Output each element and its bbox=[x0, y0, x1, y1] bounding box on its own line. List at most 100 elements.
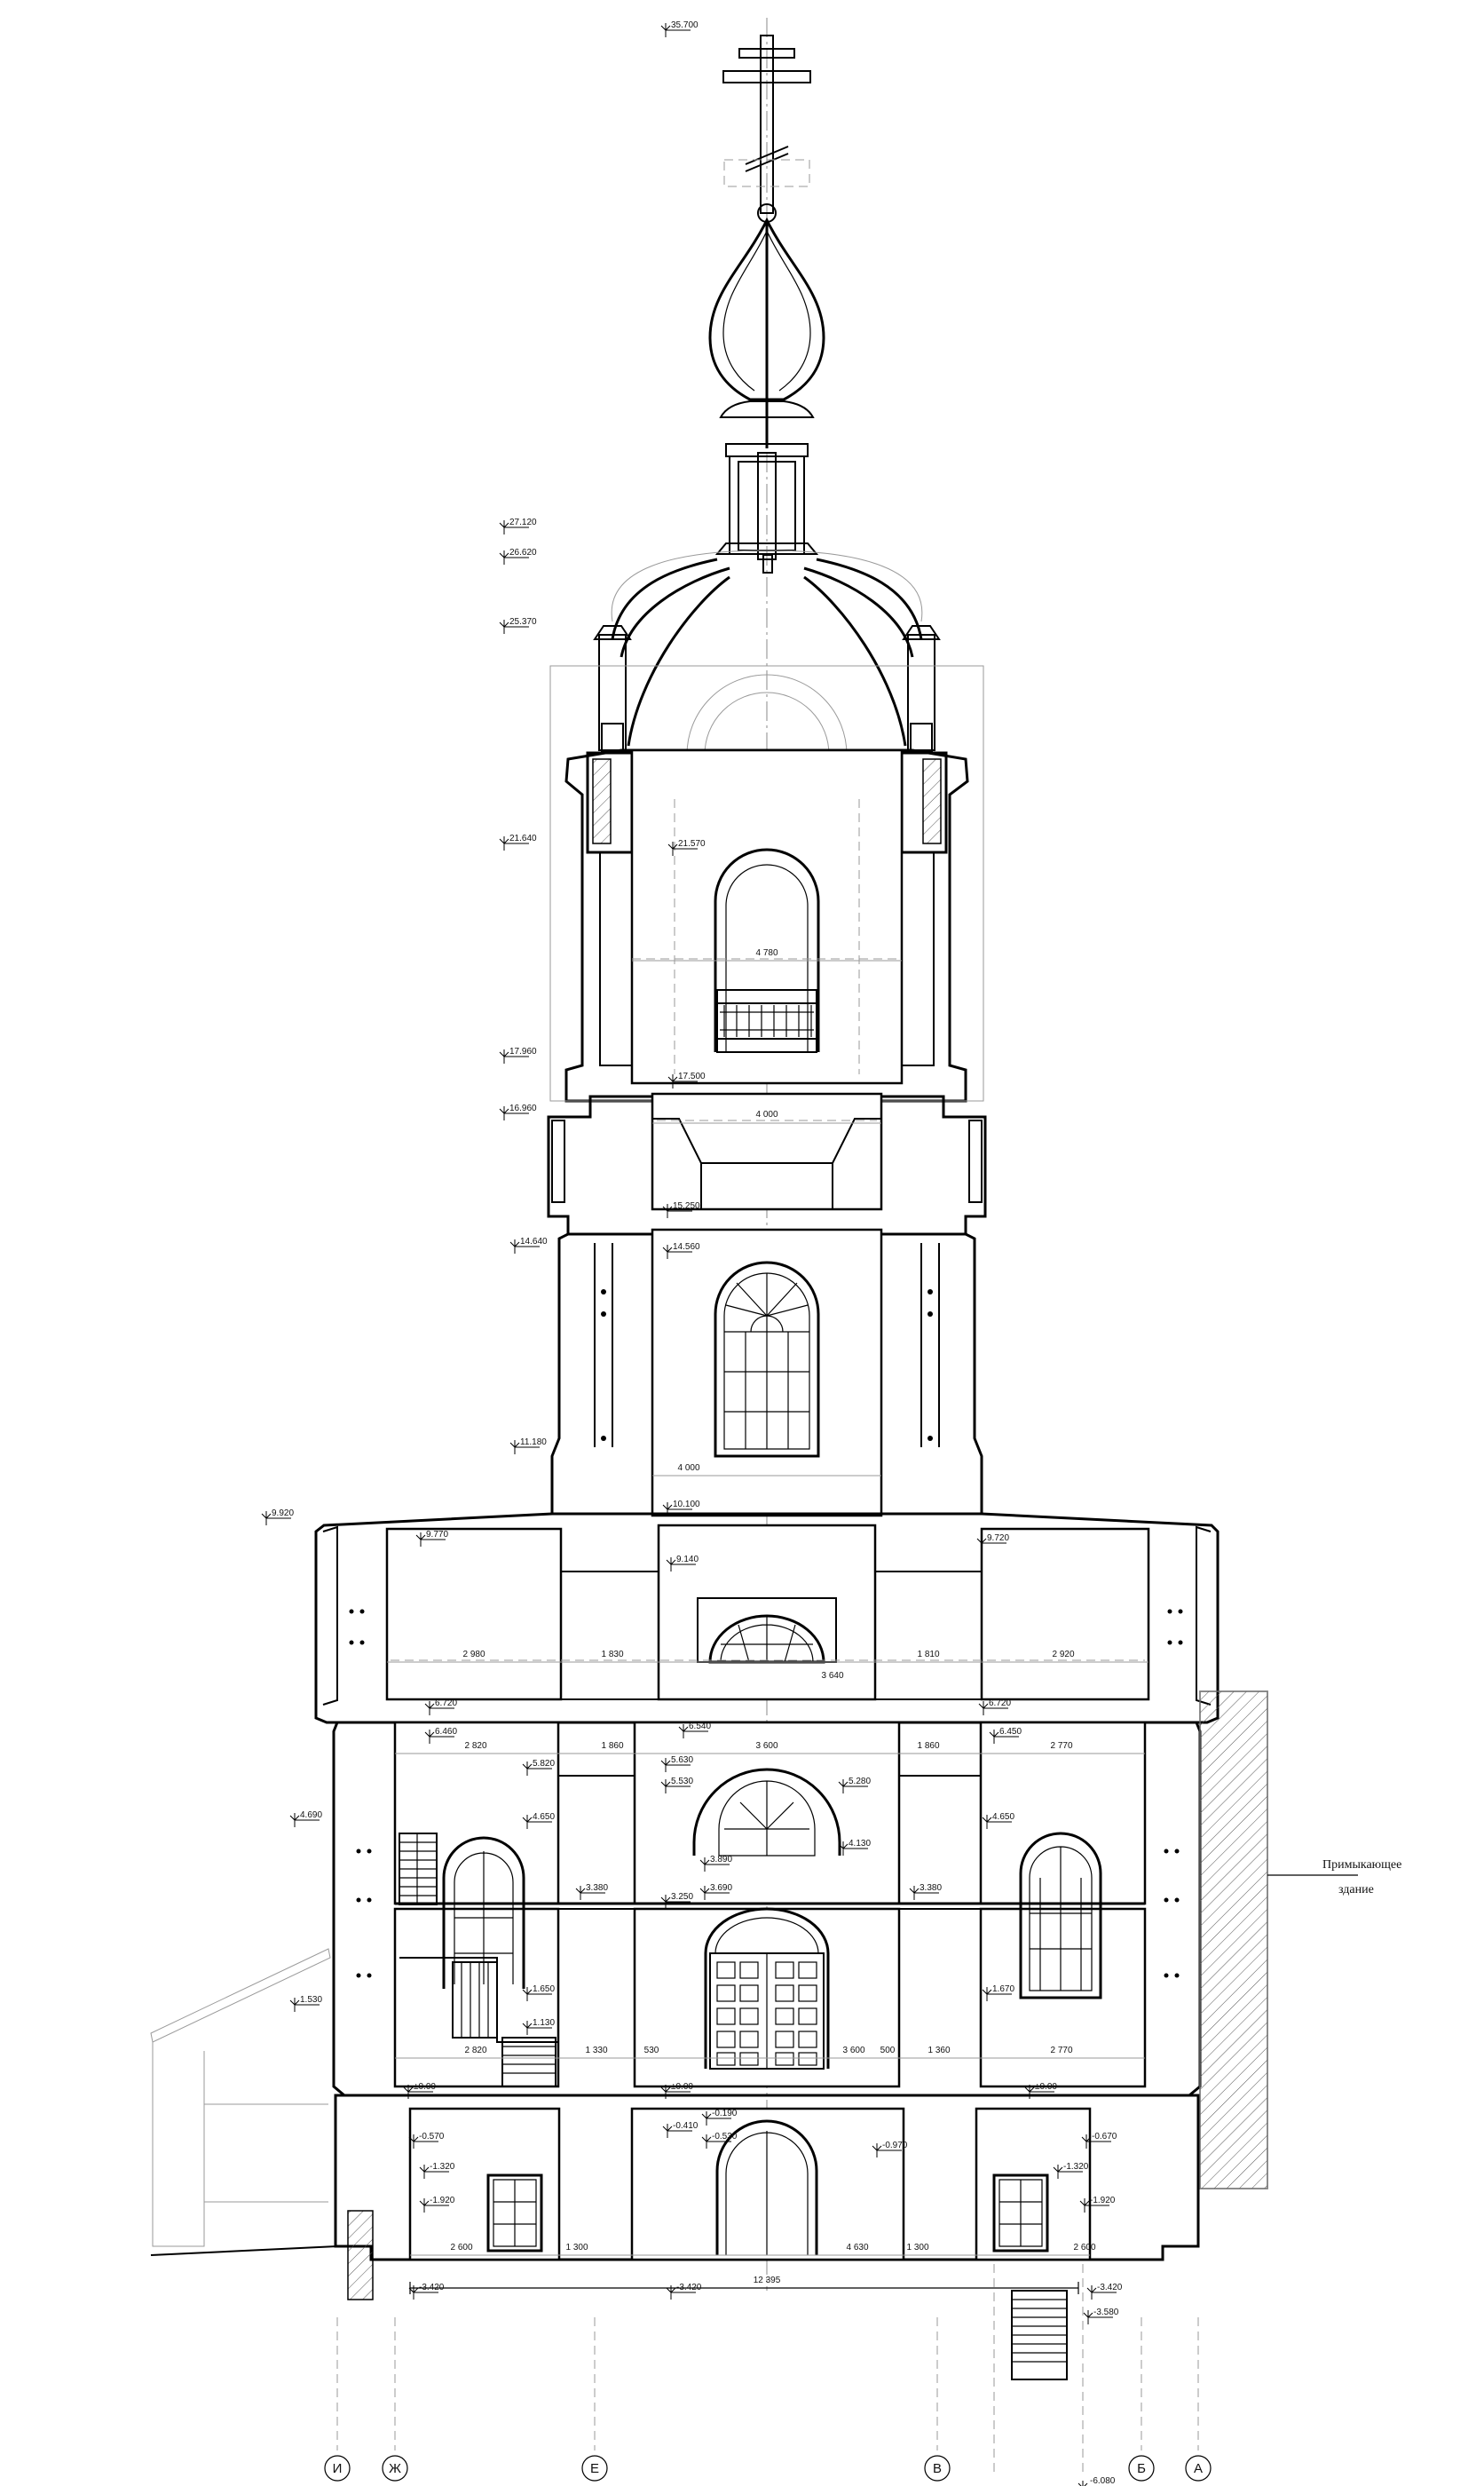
level-mark: 6.540 bbox=[689, 1722, 711, 1731]
grid-axes: И Ж Е В Б А bbox=[324, 2455, 1212, 2482]
dimension-value: 1 330 bbox=[585, 2046, 607, 2055]
dimension-value: 1 830 bbox=[601, 1650, 623, 1659]
dimension-value: 4 000 bbox=[677, 1463, 699, 1473]
level-mark: 5.630 bbox=[671, 1755, 693, 1765]
dimension-value: 500 bbox=[880, 2046, 896, 2055]
axis-label: А bbox=[1194, 2461, 1203, 2476]
level-mark: 9.140 bbox=[676, 1555, 699, 1564]
dimension-value: 4 000 bbox=[755, 1110, 778, 1120]
dimension-value: 1 810 bbox=[917, 1650, 939, 1659]
level-mark: -0.410 bbox=[673, 2121, 699, 2131]
level-mark: ±0.00 bbox=[414, 2082, 436, 2092]
level-mark: 16.960 bbox=[509, 1104, 537, 1113]
level-mark: 1.670 bbox=[992, 1984, 1014, 1994]
church-section-drawing: 35.700 27.120 26.620 25.370 21.640 21.57… bbox=[150, 18, 1401, 2486]
level-mark: 15.250 bbox=[673, 1201, 700, 1211]
level-mark: 1.650 bbox=[533, 1984, 555, 1994]
axis-marker: Б bbox=[1128, 2455, 1155, 2482]
level-mark: -1.920 bbox=[430, 2196, 455, 2205]
axis-label: Е bbox=[590, 2461, 599, 2476]
axis-label: Ж bbox=[389, 2461, 401, 2476]
level-mark: 6.450 bbox=[999, 1727, 1022, 1737]
dimension-value: 2 770 bbox=[1050, 2046, 1072, 2055]
adjacent-building-label-2: здание bbox=[1338, 1883, 1374, 1896]
axis-marker: Е bbox=[581, 2455, 608, 2482]
onion-dome bbox=[708, 217, 825, 448]
level-mark: 1.530 bbox=[300, 1995, 322, 2005]
level-mark: 3.380 bbox=[586, 1883, 608, 1893]
dimension-value: 1 360 bbox=[928, 2046, 950, 2055]
level-mark: -3.580 bbox=[1093, 2308, 1119, 2317]
level-mark: 6.460 bbox=[435, 1727, 457, 1737]
level-mark: -3.420 bbox=[419, 2283, 445, 2292]
dimension-value: 2 920 bbox=[1052, 1650, 1074, 1659]
level-mark: 21.570 bbox=[678, 839, 706, 849]
dimension-value: 4 780 bbox=[755, 948, 778, 958]
dimension-value: 2 600 bbox=[1073, 2243, 1095, 2252]
dimension-value: 530 bbox=[644, 2046, 659, 2055]
level-mark: 4.650 bbox=[992, 1812, 1014, 1822]
dimension-value: 2 980 bbox=[462, 1650, 485, 1659]
level-mark: 9.920 bbox=[272, 1508, 294, 1518]
level-mark: 4.650 bbox=[533, 1812, 555, 1822]
level-mark: 3.250 bbox=[671, 1892, 693, 1902]
level-mark: 9.720 bbox=[987, 1533, 1009, 1543]
dimension-value: 12 395 bbox=[754, 2276, 781, 2285]
dimension-value: 2 820 bbox=[464, 2046, 486, 2055]
dimension-value: 3 600 bbox=[842, 2046, 864, 2055]
level-mark: 6.720 bbox=[989, 1698, 1011, 1708]
level-mark: 21.640 bbox=[509, 834, 537, 843]
axis-marker: И bbox=[324, 2455, 351, 2482]
level-mark: ±0.00 bbox=[671, 2082, 693, 2092]
level-mark: 11.180 bbox=[520, 1437, 547, 1447]
level-mark: 35.700 bbox=[671, 20, 699, 30]
level-mark: 1.130 bbox=[533, 2018, 555, 2028]
axis-marker: Ж bbox=[382, 2455, 408, 2482]
dimension-value: 3 600 bbox=[755, 1741, 778, 1751]
dimension-value: 2 770 bbox=[1050, 1741, 1072, 1751]
dimension-value: 2 600 bbox=[450, 2243, 472, 2252]
level-mark: 27.120 bbox=[509, 518, 537, 527]
level-mark: -0.670 bbox=[1092, 2132, 1117, 2142]
dimension-value: 3 640 bbox=[821, 1671, 843, 1681]
level-mark: -0.190 bbox=[712, 2109, 738, 2118]
level-mark: -3.420 bbox=[676, 2283, 702, 2292]
middle-body bbox=[332, 1721, 1202, 2097]
level-mark: 3.690 bbox=[710, 1883, 732, 1893]
dimension-value: 2 820 bbox=[464, 1741, 486, 1751]
dimension-value: 1 860 bbox=[917, 1741, 939, 1751]
level-mark: -3.420 bbox=[1097, 2283, 1123, 2292]
level-mark: 6.720 bbox=[435, 1698, 457, 1708]
axis-label: Б bbox=[1137, 2461, 1146, 2476]
axis-label: В bbox=[933, 2461, 942, 2476]
level-mark: -1.920 bbox=[1090, 2196, 1116, 2205]
level-mark: 10.100 bbox=[673, 1500, 700, 1509]
level-mark: ±0.00 bbox=[1035, 2082, 1057, 2092]
axis-marker: В bbox=[924, 2455, 951, 2482]
level-mark: 26.620 bbox=[509, 548, 537, 558]
adjacent-building-label-1: Примыкающее bbox=[1322, 1858, 1401, 1872]
level-mark: 25.370 bbox=[509, 617, 537, 627]
level-mark: -1.320 bbox=[1063, 2162, 1089, 2172]
level-mark: 5.530 bbox=[671, 1777, 693, 1786]
bell-tier bbox=[549, 665, 984, 1103]
level-mark: -0.570 bbox=[419, 2132, 445, 2142]
level-mark: 9.770 bbox=[426, 1530, 448, 1540]
level-mark: 4.130 bbox=[849, 1839, 871, 1849]
level-mark: -1.320 bbox=[430, 2162, 455, 2172]
axis-label: И bbox=[333, 2461, 343, 2476]
level-mark: 3.380 bbox=[920, 1883, 942, 1893]
axis-marker: А bbox=[1185, 2455, 1212, 2482]
level-mark: -0.530 bbox=[712, 2132, 738, 2142]
level-mark: 14.560 bbox=[673, 1242, 700, 1252]
level-mark: 14.640 bbox=[520, 1237, 548, 1247]
level-mark: 17.960 bbox=[509, 1047, 537, 1057]
level-mark: -0.970 bbox=[882, 2141, 908, 2150]
level-mark: 5.280 bbox=[849, 1777, 871, 1786]
level-mark: 4.690 bbox=[300, 1810, 322, 1820]
dimension-value: 4 630 bbox=[846, 2243, 868, 2252]
tower-tier-3 bbox=[550, 1228, 983, 1517]
dimension-value: 1 860 bbox=[601, 1741, 623, 1751]
dimension-value: 1 300 bbox=[565, 2243, 588, 2252]
upper-body bbox=[314, 1512, 1220, 1724]
